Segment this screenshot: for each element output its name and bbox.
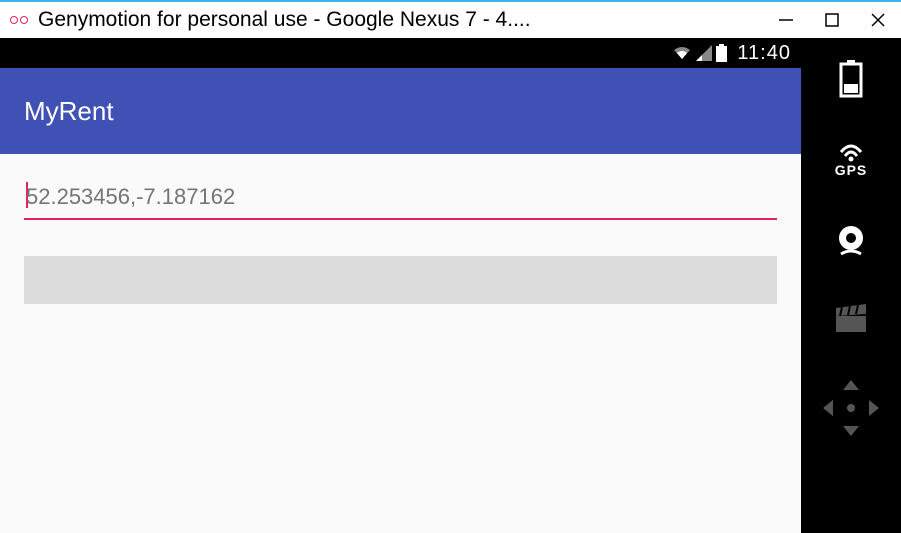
gps-label: GPS — [835, 162, 868, 178]
window-controls — [763, 2, 901, 38]
status-clock: 11:40 — [737, 42, 791, 65]
action-button[interactable] — [24, 256, 777, 304]
genymotion-logo-icon — [10, 16, 28, 24]
wifi-icon — [672, 45, 692, 61]
cellular-signal-icon — [696, 45, 712, 61]
clapperboard-icon — [834, 304, 868, 334]
maximize-button[interactable] — [809, 2, 855, 38]
coordinates-field-wrap — [24, 178, 777, 220]
gps-tool-button[interactable]: GPS — [835, 144, 868, 178]
battery-tool-button[interactable] — [839, 60, 863, 98]
close-button[interactable] — [855, 2, 901, 38]
emulator-side-toolbar: GPS — [801, 38, 901, 533]
coordinates-input[interactable] — [24, 178, 777, 220]
webcam-icon — [834, 224, 868, 258]
emulator-body: 11:40 MyRent GPS — [0, 38, 901, 533]
device-screen: 11:40 MyRent — [0, 38, 801, 533]
app-title: MyRent — [24, 96, 114, 127]
window-title: Genymotion for personal use - Google Nex… — [38, 8, 763, 32]
battery-icon — [716, 44, 727, 62]
app-bar: MyRent — [0, 68, 801, 154]
minimize-button[interactable] — [763, 2, 809, 38]
window-titlebar: Genymotion for personal use - Google Nex… — [0, 2, 901, 38]
camera-tool-button[interactable] — [834, 224, 868, 258]
dpad-icon — [823, 380, 879, 436]
battery-tool-icon — [839, 60, 863, 98]
gps-signal-icon — [837, 144, 865, 162]
navigation-tool-button[interactable] — [823, 380, 879, 436]
screencast-tool-button[interactable] — [834, 304, 868, 334]
app-content — [0, 154, 801, 533]
android-status-bar: 11:40 — [0, 38, 801, 68]
